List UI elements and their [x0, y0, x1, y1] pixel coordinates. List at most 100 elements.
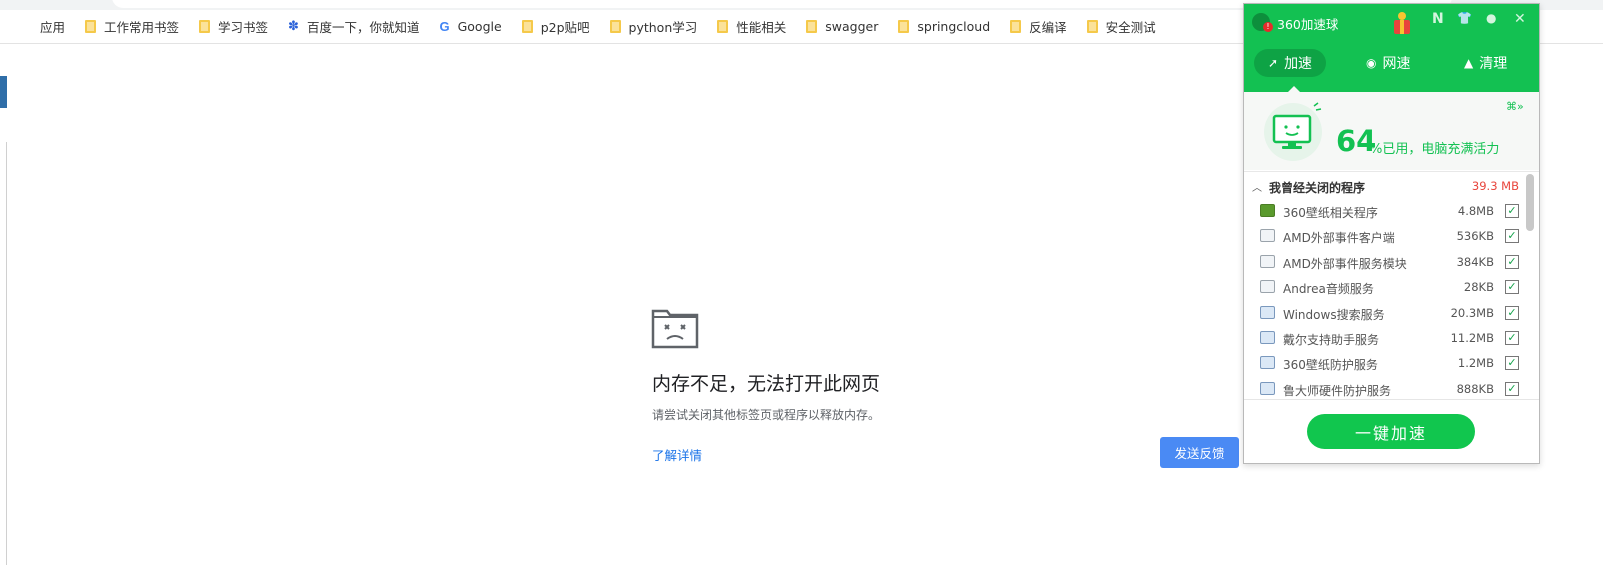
folder-icon	[85, 20, 97, 33]
program-row[interactable]: AMD外部事件客户端 536KB ✓	[1244, 224, 1524, 249]
tab-network[interactable]: ◉ 网速	[1366, 49, 1410, 77]
program-row[interactable]: 360壁纸相关程序 4.8MB ✓	[1244, 199, 1524, 224]
bookmark-item[interactable]: swagger	[806, 19, 878, 34]
bookmark-label: p2p贴吧	[540, 20, 590, 35]
learn-more-link[interactable]: 了解详情	[652, 445, 702, 464]
tab-boost-label: 加速	[1284, 56, 1313, 72]
bookmark-label: 百度一下，你就知道	[306, 20, 420, 35]
background-window-edge	[0, 76, 7, 108]
program-name: 360壁纸相关程序	[1283, 206, 1378, 220]
program-row[interactable]: 360壁纸防护服务 1.2MB ✓	[1244, 351, 1524, 376]
bookmark-item[interactable]: 学习书签	[199, 17, 268, 36]
program-name: Andrea音频服务	[1283, 282, 1374, 297]
program-row[interactable]: Windows搜索服务 20.3MB ✓	[1244, 301, 1524, 326]
service-icon	[1260, 381, 1275, 395]
game-mode-icon[interactable]: ⌘»	[1506, 100, 1524, 113]
closed-programs-header[interactable]: ︿ 我曾经关闭的程序 39.3 MB	[1244, 171, 1539, 199]
bookmark-label: swagger	[825, 19, 879, 34]
window-app-icon	[1260, 229, 1275, 243]
program-size: 20.3MB	[1450, 305, 1494, 320]
bookmark-item[interactable]: 安全测试	[1086, 17, 1156, 36]
service-icon	[1260, 356, 1275, 370]
folder-icon	[717, 20, 729, 33]
bookmark-item[interactable]: 性能相关	[717, 17, 786, 36]
folder-icon	[609, 20, 621, 33]
notification-n-icon[interactable]: N	[1432, 11, 1444, 27]
panel-header: ! 360加速球 N 👕 ● ✕ ➚ 加速 ◉ 网速 ▲ 清理	[1244, 4, 1539, 92]
apps-grid-icon	[18, 20, 32, 34]
bookmark-item[interactable]: p2p贴吧	[521, 17, 590, 36]
program-size: 536KB	[1456, 229, 1494, 244]
bookmark-label: Google	[457, 19, 502, 34]
program-name: AMD外部事件服务模块	[1283, 256, 1407, 271]
program-name: 360壁纸防护服务	[1283, 358, 1378, 373]
bookmark-label: 性能相关	[736, 20, 787, 35]
background-window-border	[6, 142, 7, 565]
closed-programs-list: 360壁纸相关程序 4.8MB ✓ AMD外部事件客户端 536KB ✓ AMD外部事件服务…	[1244, 199, 1524, 399]
program-checkbox[interactable]: ✓	[1505, 280, 1519, 295]
usage-status: ⌘» 64 %已用，电脑充满活力	[1244, 92, 1539, 170]
panel-tabs: ➚ 加速 ◉ 网速 ▲ 清理	[1254, 49, 1529, 77]
accelerator-panel: ! 360加速球 N 👕 ● ✕ ➚ 加速 ◉ 网速 ▲ 清理 ⌘» 64 %已…	[1243, 3, 1540, 464]
alert-badge: !	[1263, 22, 1273, 32]
service-icon	[1260, 305, 1275, 319]
skin-icon[interactable]: 👕	[1457, 11, 1472, 25]
program-size: 28KB	[1463, 280, 1494, 295]
bookmark-item[interactable]: 工作常用书签	[85, 17, 179, 36]
closed-programs-total: 39.3 MB	[1471, 179, 1519, 193]
program-size: 384KB	[1456, 254, 1494, 269]
folder-icon	[806, 20, 818, 33]
one-click-boost-button[interactable]: 一键加速	[1307, 414, 1475, 449]
error-title: 内存不足，无法打开此网页	[652, 373, 881, 395]
program-name: Windows搜索服务	[1283, 307, 1385, 322]
google-g-icon: G	[439, 19, 450, 34]
list-scrollbar[interactable]	[1526, 174, 1534, 231]
program-checkbox[interactable]: ✓	[1505, 229, 1519, 244]
close-icon[interactable]: ✕	[1514, 11, 1526, 27]
program-name: AMD外部事件客户端	[1283, 231, 1395, 246]
tab-clean[interactable]: ▲ 清理	[1464, 49, 1507, 77]
program-name: 戴尔支持助手服务	[1283, 333, 1380, 347]
feedback-bubble-icon[interactable]: ●	[1486, 11, 1496, 25]
program-size: 888KB	[1456, 381, 1494, 396]
program-checkbox[interactable]: ✓	[1505, 204, 1519, 218]
closed-programs-title: 我曾经关闭的程序	[1269, 181, 1366, 195]
tab-boost[interactable]: ➚ 加速	[1254, 49, 1327, 77]
program-row[interactable]: 戴尔支持助手服务 11.2MB ✓	[1244, 326, 1524, 351]
bookmark-label: 安全测试	[1105, 20, 1156, 35]
collapse-caret-icon[interactable]: ︿	[1252, 179, 1262, 194]
gift-icon[interactable]	[1392, 10, 1412, 36]
bookmark-label: 应用	[40, 20, 66, 35]
program-checkbox[interactable]: ✓	[1505, 381, 1519, 396]
bookmark-item[interactable]: ✽ 百度一下，你就知道	[288, 17, 419, 36]
send-feedback-button[interactable]: 发送反馈	[1160, 437, 1239, 468]
program-row[interactable]: 鲁大师硬件防护服务 888KB ✓	[1244, 377, 1524, 399]
speed-icon: ◉	[1366, 56, 1377, 70]
bookmark-label: 反编译	[1029, 20, 1067, 35]
sad-folder-icon	[651, 309, 699, 349]
bookmark-item[interactable]: 反编译	[1010, 17, 1067, 36]
bookmark-label: python学习	[628, 20, 698, 35]
program-checkbox[interactable]: ✓	[1505, 305, 1519, 320]
bookmark-item[interactable]: 应用	[18, 17, 65, 36]
broom-icon: ▲	[1464, 56, 1474, 70]
window-app-icon	[1260, 254, 1275, 268]
program-checkbox[interactable]: ✓	[1505, 356, 1519, 371]
program-checkbox[interactable]: ✓	[1505, 254, 1519, 269]
bookmark-item[interactable]: springcloud	[898, 19, 990, 34]
panel-title: 360加速球	[1277, 17, 1339, 32]
bookmark-item[interactable]: G Google	[439, 19, 501, 34]
rocket-icon: ➚	[1268, 56, 1279, 70]
program-name: 鲁大师硬件防护服务	[1283, 383, 1392, 398]
program-checkbox[interactable]: ✓	[1505, 331, 1519, 345]
program-row[interactable]: Andrea音频服务 28KB ✓	[1244, 275, 1524, 300]
folder-icon	[199, 20, 211, 33]
program-row[interactable]: AMD外部事件服务模块 384KB ✓	[1244, 250, 1524, 275]
bookmark-item[interactable]: python学习	[609, 17, 698, 36]
window-app-icon	[1260, 280, 1275, 294]
folder-icon	[1086, 20, 1098, 33]
tab-network-label: 网速	[1382, 56, 1411, 72]
error-description: 请尝试关闭其他标签页或程序以释放内存。	[652, 408, 881, 422]
folder-icon	[1010, 20, 1022, 33]
bookmark-label: 工作常用书签	[104, 20, 180, 35]
